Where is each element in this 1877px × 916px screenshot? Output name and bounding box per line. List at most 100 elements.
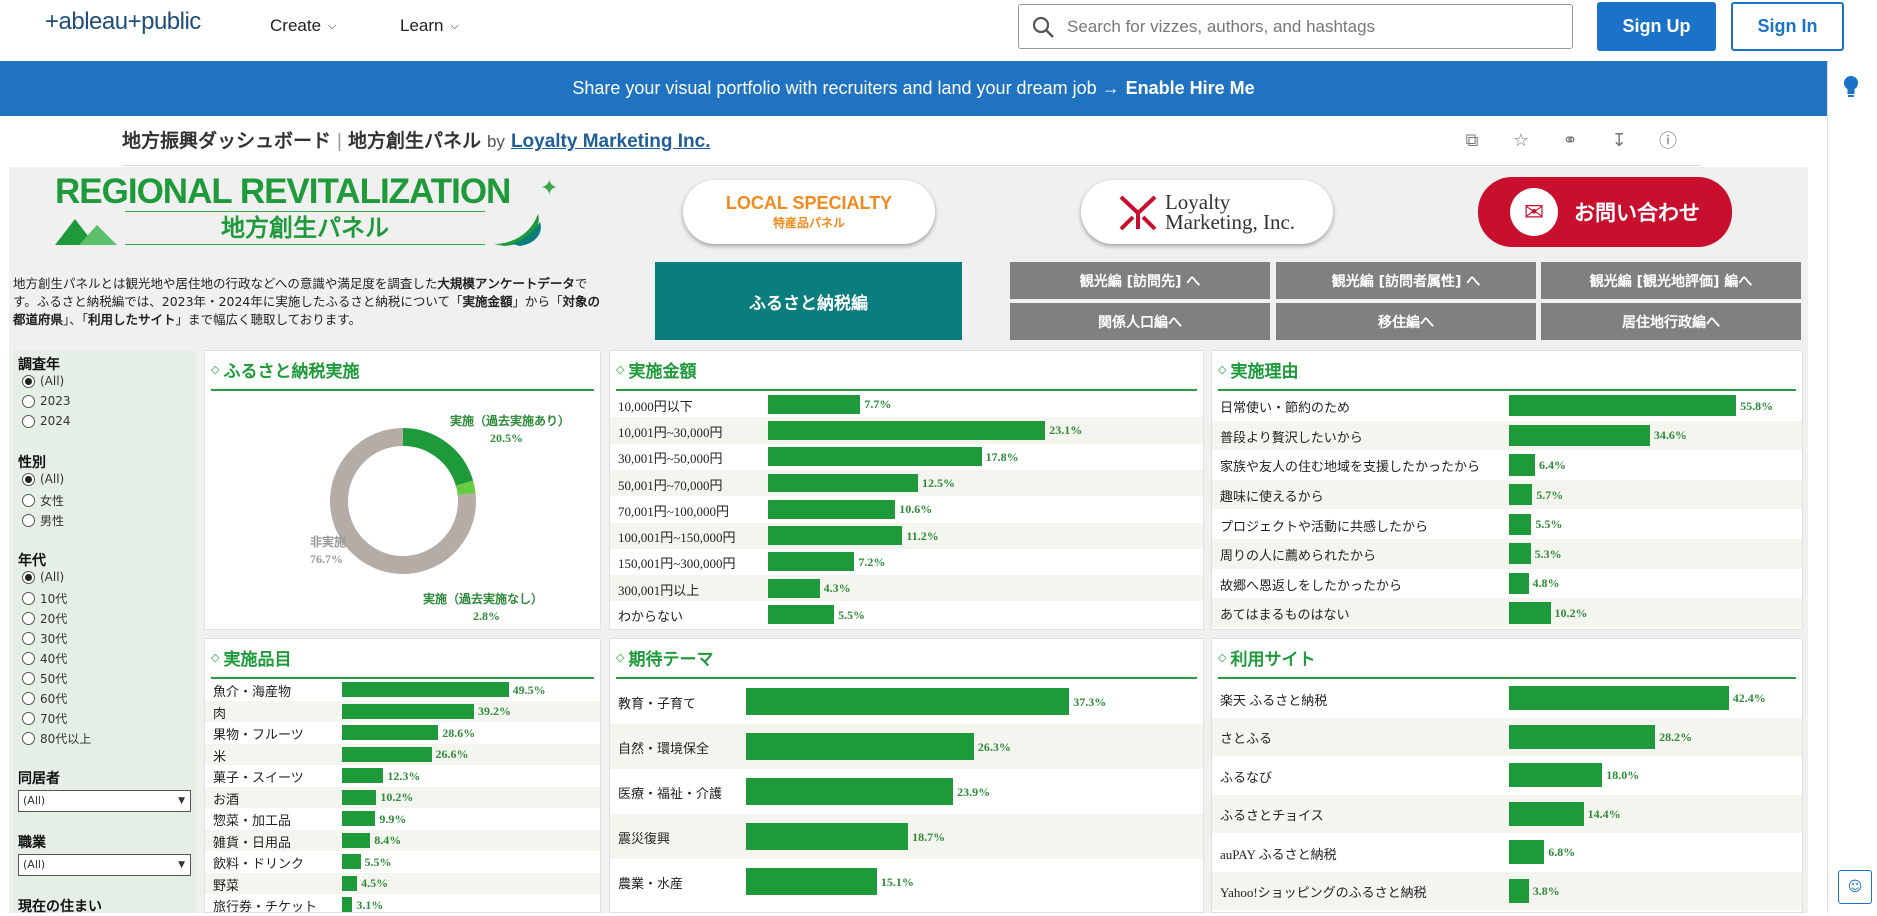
year-option[interactable]: 2023 bbox=[22, 394, 71, 408]
bar[interactable] bbox=[1509, 395, 1737, 417]
age-option[interactable]: 80代以上 bbox=[22, 730, 91, 747]
bar-row[interactable]: あてはまるものはない 10.2% bbox=[1212, 598, 1802, 628]
bar-row[interactable]: 周りの人に薦められたから 5.3% bbox=[1212, 539, 1802, 569]
job-dropdown[interactable]: (All) ▼ bbox=[18, 854, 191, 876]
tab-furusato-tax[interactable]: ふるさと納税編 bbox=[655, 262, 962, 340]
author-link[interactable]: Loyalty Marketing Inc. bbox=[511, 131, 711, 152]
bar[interactable] bbox=[746, 732, 974, 761]
bar-row[interactable]: 300,001円以上 4.3% bbox=[610, 575, 1203, 602]
household-dropdown[interactable]: (All) ▼ bbox=[18, 790, 191, 812]
bar-row[interactable]: auPAY ふるさと納税 6.8% bbox=[1212, 833, 1802, 872]
bar-row[interactable]: Yahoo!ショッピングのふるさと納税 3.8% bbox=[1212, 871, 1802, 910]
bar-row[interactable]: ふるなび 18.0% bbox=[1212, 756, 1802, 795]
bar-row[interactable]: 日常使い・節約のため 55.8% bbox=[1212, 391, 1802, 421]
gender-option[interactable]: 女性 bbox=[22, 492, 64, 509]
bar[interactable] bbox=[1509, 878, 1529, 903]
bar[interactable] bbox=[768, 605, 834, 624]
create-menu[interactable]: Create ⌵ bbox=[270, 16, 336, 36]
bar[interactable] bbox=[342, 897, 353, 913]
year-option[interactable]: 2024 bbox=[22, 414, 71, 428]
bar-row[interactable]: 教育・子育て 37.3% bbox=[610, 679, 1203, 724]
bar-row[interactable]: 米 26.6% bbox=[205, 743, 600, 765]
bar-row[interactable]: 飲料・ドリンク 5.5% bbox=[205, 851, 600, 873]
tab-related-population[interactable]: 関係人口編へ bbox=[1010, 303, 1270, 340]
gender-option[interactable]: (All) bbox=[22, 472, 64, 486]
bar[interactable] bbox=[768, 552, 855, 572]
loyalty-marketing-button[interactable]: Loyalty Marketing, Inc. bbox=[1081, 180, 1333, 244]
bar[interactable] bbox=[342, 789, 377, 805]
bar[interactable] bbox=[768, 499, 896, 519]
bar[interactable] bbox=[1509, 424, 1650, 447]
tab-tourism-visitor[interactable]: 観光編 [訪問者属性] へ bbox=[1276, 262, 1536, 299]
bar-row[interactable]: 70,001円~100,000円 10.6% bbox=[610, 496, 1203, 522]
bar[interactable] bbox=[1509, 801, 1584, 826]
tab-residence-admin[interactable]: 居住地行政編へ bbox=[1541, 303, 1801, 340]
bar-row[interactable]: 魚介・海産物 49.5% bbox=[205, 679, 600, 701]
bar-row[interactable]: 趣味に使えるから 5.7% bbox=[1212, 479, 1802, 510]
age-option[interactable]: 60代 bbox=[22, 690, 67, 707]
bar[interactable] bbox=[1509, 763, 1603, 788]
bar[interactable] bbox=[746, 687, 1070, 716]
bar[interactable] bbox=[1509, 724, 1656, 749]
bar[interactable] bbox=[746, 867, 877, 896]
bar[interactable] bbox=[342, 725, 439, 741]
bar-row[interactable]: 50,001円~70,000円 12.5% bbox=[610, 469, 1203, 497]
bar-row[interactable]: 医療・福祉・介護 23.9% bbox=[610, 769, 1203, 814]
bar[interactable] bbox=[768, 420, 1046, 440]
bar[interactable] bbox=[768, 526, 903, 546]
bar-row[interactable]: 惣菜・加工品 9.9% bbox=[205, 808, 600, 830]
share-icon[interactable]: ⚭ bbox=[1558, 128, 1582, 152]
bar-row[interactable]: 普段より贅沢したいから 34.6% bbox=[1212, 420, 1802, 451]
tab-tourism-destination[interactable]: 観光編 [訪問先] へ bbox=[1010, 262, 1270, 299]
copy-icon[interactable]: ⧉ bbox=[1460, 128, 1484, 152]
favorite-star-icon[interactable]: ☆ bbox=[1509, 128, 1533, 152]
search-input[interactable] bbox=[1067, 16, 1547, 37]
year-option[interactable]: (All) bbox=[22, 374, 64, 388]
bar-row[interactable]: 雑貨・日用品 8.4% bbox=[205, 829, 600, 851]
bar[interactable] bbox=[342, 811, 376, 827]
bar-row[interactable]: 野菜 4.5% bbox=[205, 872, 600, 894]
tab-migration[interactable]: 移住編へ bbox=[1276, 303, 1536, 340]
bar-row[interactable]: ふるさとチョイス 14.4% bbox=[1212, 794, 1802, 833]
age-option[interactable]: 40代 bbox=[22, 650, 67, 667]
sign-in-button[interactable]: Sign In bbox=[1731, 2, 1844, 51]
bar-row[interactable]: 果物・フルーツ 28.6% bbox=[205, 722, 600, 744]
age-option[interactable]: 50代 bbox=[22, 670, 67, 687]
bar-row[interactable]: わからない 5.5% bbox=[610, 601, 1203, 627]
bar[interactable] bbox=[342, 875, 358, 891]
bar[interactable] bbox=[1509, 543, 1531, 565]
lightbulb-icon[interactable] bbox=[1841, 74, 1861, 100]
bar-row[interactable]: 100,001円~150,000円 11.2% bbox=[610, 522, 1203, 549]
bar[interactable] bbox=[1509, 686, 1729, 711]
bar[interactable] bbox=[1509, 513, 1532, 535]
local-specialty-button[interactable]: LOCAL SPECIALTY 特産品パネル bbox=[683, 180, 935, 244]
bar[interactable] bbox=[768, 578, 820, 598]
bar[interactable] bbox=[342, 682, 509, 698]
tableau-public-logo[interactable]: +ableau+public bbox=[45, 8, 201, 36]
contact-button[interactable]: ✉ お問い合わせ bbox=[1478, 177, 1732, 247]
info-icon[interactable]: ⓘ bbox=[1656, 128, 1680, 152]
bar[interactable] bbox=[1509, 483, 1533, 506]
bar-row[interactable]: 菓子・スイーツ 12.3% bbox=[205, 765, 600, 787]
sign-up-button[interactable]: Sign Up bbox=[1597, 2, 1716, 51]
bar-row[interactable]: プロジェクトや活動に共感したから 5.5% bbox=[1212, 509, 1802, 539]
bar[interactable] bbox=[1509, 572, 1529, 595]
bar[interactable] bbox=[746, 777, 954, 806]
bar-row[interactable]: 10,001円~30,000円 23.1% bbox=[610, 417, 1203, 444]
donut-slice[interactable] bbox=[455, 480, 476, 496]
bar[interactable] bbox=[1509, 840, 1545, 865]
bar-row[interactable]: 震災復興 18.7% bbox=[610, 814, 1203, 859]
bar[interactable] bbox=[768, 447, 982, 467]
bar-row[interactable]: 10,000円以下 7.7% bbox=[610, 391, 1203, 417]
bar-row[interactable]: 農業・水産 15.1% bbox=[610, 859, 1203, 904]
bar[interactable] bbox=[746, 822, 909, 851]
download-icon[interactable]: ↧ bbox=[1607, 128, 1631, 152]
age-option[interactable]: 20代 bbox=[22, 610, 67, 627]
bar-row[interactable]: 30,001円~50,000円 17.8% bbox=[610, 444, 1203, 470]
bar-row[interactable]: さとふる 28.2% bbox=[1212, 717, 1802, 756]
bar-row[interactable]: 旅行券・チケット 3.1% bbox=[205, 894, 600, 916]
bar-row[interactable]: 150,001円~300,000円 7.2% bbox=[610, 549, 1203, 575]
assistant-icon[interactable]: ☺ bbox=[1838, 870, 1872, 904]
donut-slice[interactable] bbox=[402, 428, 474, 487]
bar[interactable] bbox=[768, 394, 861, 414]
